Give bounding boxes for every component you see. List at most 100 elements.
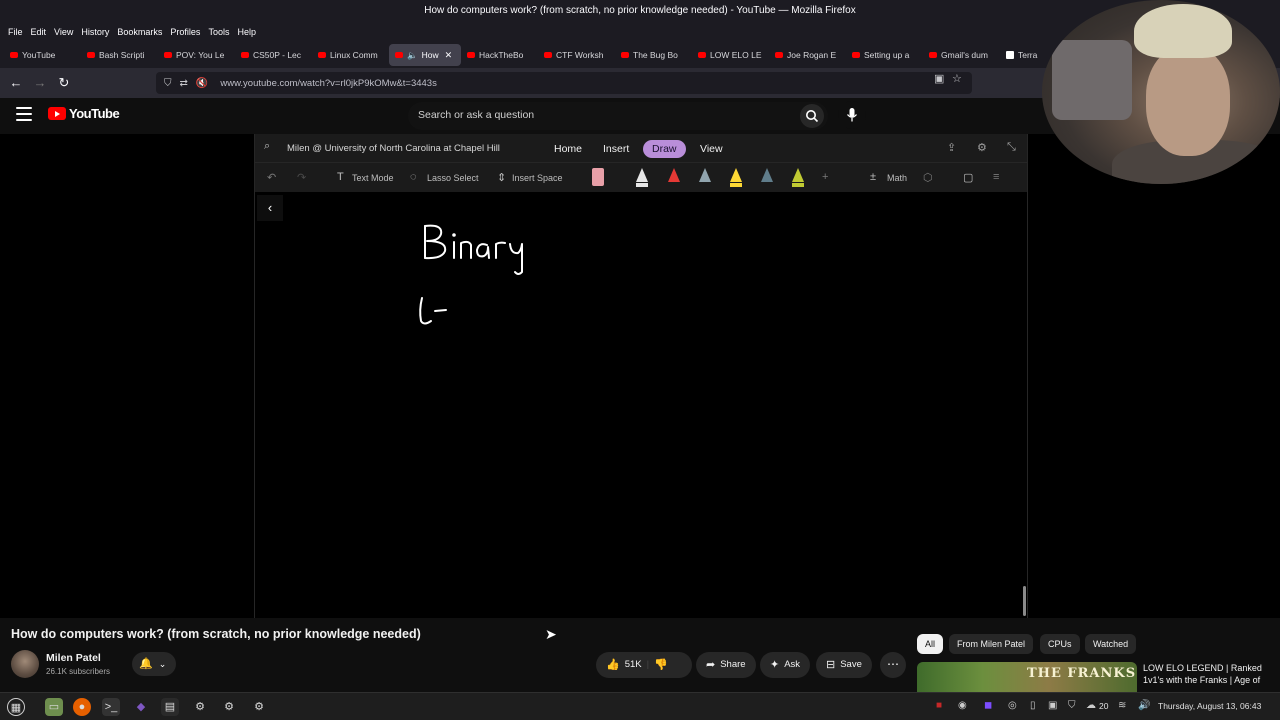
back-arrow-icon[interactable]: ← — [8, 75, 24, 91]
tab-bug-bounty[interactable]: The Bug Bo — [615, 44, 692, 66]
tab-joe-rogan[interactable]: Joe Rogan E — [769, 44, 846, 66]
chip-from-milen-patel[interactable]: From Milen Patel — [949, 634, 1034, 654]
shapes-icon[interactable]: ⬡ — [923, 171, 933, 184]
chip-all[interactable]: All — [917, 634, 944, 654]
bookmark-star-icon[interactable]: ☆ — [952, 72, 962, 85]
insert-space-button[interactable]: Insert Space — [512, 173, 563, 183]
tab-how-computers-work[interactable]: 🔈 How ✕ — [389, 44, 461, 66]
thumbs-up-icon[interactable]: 👍 — [606, 652, 620, 678]
reload-icon[interactable]: ↻ — [56, 75, 72, 91]
scrollbar-thumb[interactable] — [1023, 586, 1026, 616]
tab-setting-up[interactable]: Setting up a — [846, 44, 923, 66]
tab-view[interactable]: View — [691, 140, 732, 158]
menu-bookmarks[interactable]: Bookmarks — [113, 22, 166, 42]
firefox-icon[interactable]: ● — [73, 698, 91, 716]
pen-white[interactable] — [636, 168, 648, 188]
menu-file[interactable]: File — [4, 22, 27, 42]
redo-icon[interactable]: ↷ — [297, 171, 306, 184]
math-button[interactable]: Math — [887, 173, 907, 183]
voice-search-button[interactable] — [838, 101, 866, 129]
tab-cs50p[interactable]: CS50P - Lec — [235, 44, 312, 66]
wifi-icon[interactable]: ≋ — [1118, 700, 1126, 711]
shield-tray-icon[interactable]: ⛉ — [1068, 700, 1076, 711]
obs-icon[interactable]: ◉ — [958, 700, 967, 711]
sticky-note-icon[interactable]: ▢ — [963, 171, 973, 184]
avatar[interactable] — [11, 650, 39, 678]
menu-edit[interactable]: Edit — [27, 22, 51, 42]
eraser-tool[interactable] — [592, 168, 604, 188]
menu-view[interactable]: View — [50, 22, 77, 42]
volume-icon[interactable]: 🔊 — [1138, 700, 1150, 711]
menu-profiles[interactable]: Profiles — [166, 22, 204, 42]
math-icon[interactable]: ± — [870, 171, 876, 183]
tab-hackthebox[interactable]: HackTheBo — [461, 44, 538, 66]
recording-icon[interactable]: ■ — [936, 700, 942, 711]
url-text[interactable]: www.youtube.com/watch?v=rl0jkP9kOMw&t=34… — [220, 78, 437, 89]
shield-icon[interactable]: ⛉ — [164, 78, 172, 89]
speaker-icon[interactable]: 🔈 — [407, 50, 418, 61]
steam-icon[interactable]: ◎ — [1008, 700, 1017, 711]
settings-icon[interactable]: ⚙ — [191, 698, 209, 716]
picture-in-picture-icon[interactable]: ▣ — [934, 72, 944, 85]
tab-ctf-workshop[interactable]: CTF Worksh — [538, 44, 615, 66]
close-icon[interactable]: ✕ — [445, 50, 453, 61]
tab-insert[interactable]: Insert — [594, 140, 638, 158]
settings-gear-icon[interactable]: ⚙ — [977, 141, 987, 154]
notification-bell-button[interactable]: 🔔 ⌄ — [132, 652, 176, 676]
tab-low-elo[interactable]: LOW ELO LE — [692, 44, 769, 66]
menu-history[interactable]: History — [77, 22, 113, 42]
recommended-video-thumbnail[interactable]: THE FRANKS — [917, 662, 1137, 692]
tab-linux-commands[interactable]: Linux Comm — [312, 44, 389, 66]
search-icon[interactable]: ⌕ — [264, 140, 270, 153]
chevron-left-icon[interactable]: ‹ — [257, 195, 283, 221]
pen-grey[interactable] — [699, 168, 711, 188]
recommended-video-title[interactable]: LOW ELO LEGEND | Ranked 1v1's with the F… — [1143, 662, 1273, 686]
menu-help[interactable]: Help — [233, 22, 260, 42]
gear-third-icon[interactable]: ⚙ — [250, 698, 268, 716]
app-tray-icon[interactable]: ◼ — [984, 700, 992, 711]
lasso-icon[interactable]: ◌ — [410, 171, 417, 183]
like-count[interactable]: 51K — [625, 652, 642, 678]
chip-cpus[interactable]: CPUs — [1040, 634, 1080, 654]
device-icon[interactable]: ▣ — [1048, 700, 1057, 711]
clipboard-icon[interactable]: ▯ — [1030, 700, 1036, 711]
insert-space-icon[interactable]: ⇕ — [497, 171, 506, 184]
channel-name[interactable]: Milen Patel — [46, 652, 101, 664]
tab-bash-scripting[interactable]: Bash Scripti — [81, 44, 158, 66]
hamburger-menu-icon[interactable] — [16, 107, 32, 121]
text-mode-button[interactable]: Text Mode — [352, 173, 394, 183]
chip-watched[interactable]: Watched — [1085, 634, 1137, 654]
obsidian-icon[interactable]: ◆ — [132, 698, 150, 716]
pen-slate[interactable] — [761, 168, 773, 188]
forward-arrow-icon[interactable]: → — [32, 75, 48, 91]
search-input[interactable]: Search or ask a question — [408, 102, 828, 130]
url-bar[interactable]: ⛉ ⇄ 🔇 www.youtube.com/watch?v=rl0jkP9kOM… — [156, 72, 972, 94]
undo-icon[interactable]: ↶ — [267, 171, 276, 184]
notebook-name[interactable]: Milen @ University of North Carolina at … — [287, 143, 500, 154]
search-button[interactable] — [800, 104, 824, 128]
tab-pov[interactable]: POV: You Le — [158, 44, 235, 66]
share-button[interactable]: ➦ Share — [696, 652, 756, 678]
add-pen-icon[interactable]: + — [822, 171, 828, 183]
highlighter-yellow[interactable] — [730, 168, 742, 188]
lasso-select-button[interactable]: Lasso Select — [427, 173, 479, 183]
tab-gmail[interactable]: Gmail's dum — [923, 44, 1000, 66]
ask-button[interactable]: ✦ Ask — [760, 652, 811, 678]
permissions-icon[interactable]: ⇄ — [180, 78, 188, 89]
gear-alt-icon[interactable]: ⚙ — [220, 698, 238, 716]
weather-icon[interactable]: ☁ — [1086, 700, 1096, 711]
save-button[interactable]: ⊟ Save — [816, 652, 872, 678]
mute-icon[interactable]: 🔇 — [196, 78, 208, 89]
tab-home[interactable]: Home — [545, 140, 591, 158]
weather-temperature[interactable]: 20 — [1099, 701, 1108, 711]
terminal-alt-icon[interactable]: ▤ — [161, 698, 179, 716]
app-launcher-icon[interactable]: ▦ — [7, 698, 25, 716]
share-icon[interactable]: ⇪ — [947, 141, 956, 154]
terminal-icon[interactable]: >_ — [102, 698, 120, 716]
more-actions-button[interactable]: ⋯ — [880, 652, 906, 678]
tab-draw[interactable]: Draw — [643, 140, 686, 158]
thumbs-down-icon[interactable]: 👎 — [654, 652, 668, 678]
clock[interactable]: Thursday, August 13, 06:43 — [1158, 701, 1261, 711]
files-folder-icon[interactable]: ▭ — [45, 698, 63, 716]
collapse-icon[interactable]: ⤡ — [1007, 141, 1016, 154]
